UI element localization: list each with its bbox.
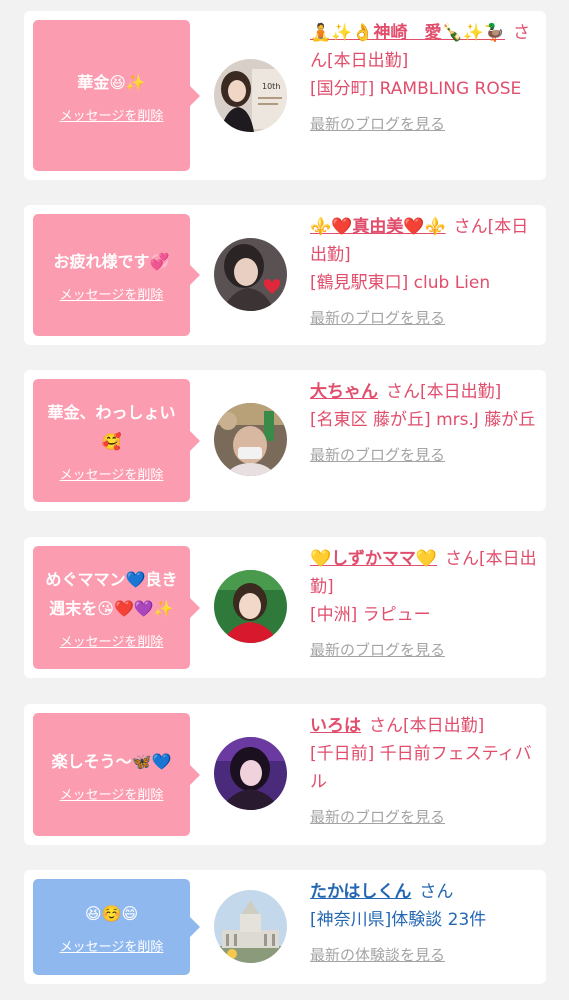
shop-detail: [中洲] ラピュー <box>310 605 431 625</box>
latest-blog-link[interactable]: 最新のブログを見る <box>310 639 538 660</box>
delete-message-link[interactable]: メッセージを削除 <box>60 631 164 650</box>
message-card: めぐママン💙良き週末を😘❤️💜✨ メッセージを削除 💛しずかママ💛 さん[本日出勤… <box>24 537 546 678</box>
delete-message-link[interactable]: メッセージを削除 <box>60 284 164 303</box>
message-text: 😆☺️😄 <box>84 904 139 923</box>
avatar-photo-woman-poster: 10th <box>214 59 287 132</box>
message-bubble: めぐママン💙良き週末を😘❤️💜✨ メッセージを削除 <box>33 546 200 669</box>
avatar[interactable] <box>214 238 287 311</box>
status-suffix: さん[本日出勤] <box>386 382 502 402</box>
message-card: 😆☺️😄 メッセージを削除 たかはしくん さん [神奈川県]体験談 23件 最新の体… <box>24 870 546 984</box>
user-info: たかはしくん さん [神奈川県]体験談 23件 最新の体験談を見る <box>310 878 538 965</box>
cast-info: 大ちゃん さん[本日出勤] [名東区 藤が丘] mrs.J 藤が丘 最新のブログを見… <box>310 378 538 465</box>
message-bubble: 華金😆✨ メッセージを削除 <box>33 20 200 171</box>
message-card: お疲れ様です💞 メッセージを削除 ⚜️❤️真由美❤️⚜️ さん[本日出勤] [鶴見駅… <box>24 205 546 345</box>
shop-detail: [千日前] 千日前フェスティバル <box>310 744 532 792</box>
avatar[interactable] <box>214 890 287 963</box>
cast-info-text: いろは さん[本日出勤] [千日前] 千日前フェスティバル <box>310 712 538 796</box>
delete-message-link[interactable]: メッセージを削除 <box>60 464 164 483</box>
avatar-photo-woman-red <box>214 570 287 643</box>
message-text: めぐママン💙良き週末を😘❤️💜✨ <box>45 570 178 618</box>
shop-detail: [鶴見駅東口] club Lien <box>310 273 491 293</box>
cast-name-link[interactable]: ⚜️❤️真由美❤️⚜️ <box>310 217 446 237</box>
message-bubble: 😆☺️😄 メッセージを削除 <box>33 879 200 975</box>
latest-blog-link[interactable]: 最新のブログを見る <box>310 307 538 328</box>
message-card: 楽しそう〜🦋💙 メッセージを削除 いろは さん[本日出勤] [千日前] 千日前フェス… <box>24 704 546 845</box>
avatar-photo-woman-purple <box>214 737 287 810</box>
cast-info: いろは さん[本日出勤] [千日前] 千日前フェスティバル 最新のブログを見る <box>310 712 538 827</box>
latest-blog-link[interactable]: 最新のブログを見る <box>310 444 538 465</box>
message-bubble: 華金、わっしょい🥰 メッセージを削除 <box>33 379 200 502</box>
cast-name-link[interactable]: いろは <box>310 716 361 736</box>
latest-blog-link[interactable]: 最新のブログを見る <box>310 113 538 134</box>
shop-detail: [名東区 藤が丘] mrs.J 藤が丘 <box>310 410 536 430</box>
message-card: 華金😆✨ メッセージを削除 10th 🧘✨👌神崎 愛🍾✨🦆 さん[本日出勤] [国分… <box>24 11 546 180</box>
avatar-photo-woman-heart <box>214 238 287 311</box>
user-info-text: たかはしくん さん [神奈川県]体験談 23件 <box>310 878 538 934</box>
avatar-photo-diet-building <box>214 890 287 963</box>
avatar[interactable]: 10th <box>214 59 287 132</box>
latest-review-link[interactable]: 最新の体験談を見る <box>310 944 538 965</box>
cast-name-link[interactable]: 💛しずかママ💛 <box>310 549 437 569</box>
user-name-link[interactable]: たかはしくん <box>310 882 411 902</box>
cast-info: 🧘✨👌神崎 愛🍾✨🦆 さん[本日出勤] [国分町] RAMBLING ROSE 最新… <box>310 19 538 134</box>
avatar[interactable] <box>214 570 287 643</box>
cast-name-link[interactable]: 🧘✨👌神崎 愛🍾✨🦆 <box>310 23 505 43</box>
message-card: 華金、わっしょい🥰 メッセージを削除 大ちゃん さん[本日出勤] [名東区 藤が丘]… <box>24 370 546 511</box>
avatar[interactable] <box>214 403 287 476</box>
svg-text:10th: 10th <box>262 82 280 91</box>
cast-name-link[interactable]: 大ちゃん <box>310 382 378 402</box>
cast-info-text: 🧘✨👌神崎 愛🍾✨🦆 さん[本日出勤] [国分町] RAMBLING ROSE <box>310 19 538 103</box>
status-suffix: さん <box>419 882 454 902</box>
delete-message-link[interactable]: メッセージを削除 <box>60 105 164 124</box>
avatar[interactable] <box>214 737 287 810</box>
message-text: お疲れ様です💞 <box>53 252 170 271</box>
message-text: 華金、わっしょい🥰 <box>47 403 176 451</box>
cast-info-text: 💛しずかママ💛 さん[本日出勤] [中洲] ラピュー <box>310 545 538 629</box>
status-suffix: さん[本日出勤] <box>369 716 485 736</box>
delete-message-link[interactable]: メッセージを削除 <box>60 784 164 803</box>
cast-info: 💛しずかママ💛 さん[本日出勤] [中洲] ラピュー 最新のブログを見る <box>310 545 538 660</box>
area-detail: [神奈川県]体験談 23件 <box>310 910 487 930</box>
cast-info-text: ⚜️❤️真由美❤️⚜️ さん[本日出勤] [鶴見駅東口] club Lien <box>310 213 538 297</box>
message-list: 華金😆✨ メッセージを削除 10th 🧘✨👌神崎 愛🍾✨🦆 さん[本日出勤] [国分… <box>0 0 569 1000</box>
avatar-photo-man-mask <box>214 403 287 476</box>
message-text: 楽しそう〜🦋💙 <box>51 751 172 771</box>
message-text: 華金😆✨ <box>77 72 146 92</box>
latest-blog-link[interactable]: 最新のブログを見る <box>310 806 538 827</box>
shop-detail: [国分町] RAMBLING ROSE <box>310 79 522 99</box>
delete-message-link[interactable]: メッセージを削除 <box>60 936 164 955</box>
cast-info: ⚜️❤️真由美❤️⚜️ さん[本日出勤] [鶴見駅東口] club Lien 最新の… <box>310 213 538 328</box>
message-bubble: お疲れ様です💞 メッセージを削除 <box>33 214 200 336</box>
message-bubble: 楽しそう〜🦋💙 メッセージを削除 <box>33 713 200 836</box>
cast-info-text: 大ちゃん さん[本日出勤] [名東区 藤が丘] mrs.J 藤が丘 <box>310 378 538 434</box>
